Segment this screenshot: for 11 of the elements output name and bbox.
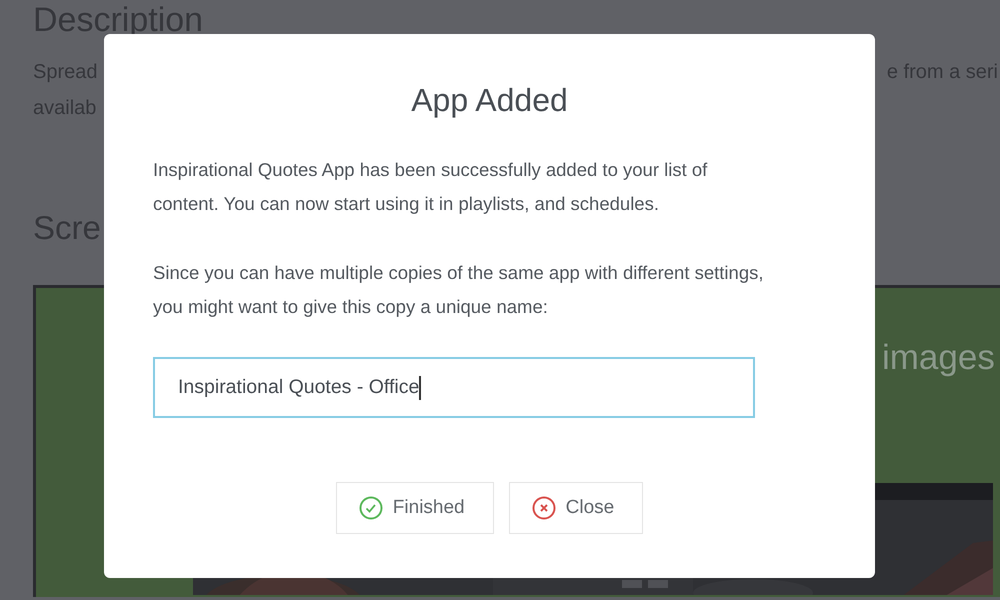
- input-field[interactable]: Inspirational Quotes - Office: [153, 357, 755, 418]
- finished-button[interactable]: Finished: [336, 482, 494, 534]
- dialog-text: Inspirational Quotes App has been successfully added to your list of content. You can now start using it in playlists, and schedules.: [153, 158, 708, 216]
- slide-indicator[interactable]: [622, 580, 642, 588]
- dialog-text: Since you can have multiple copies of the same app with different settings, you might want to give this copy a unique name:: [153, 261, 765, 319]
- slide-indicator[interactable]: [648, 580, 668, 588]
- close-button[interactable]: Close: [508, 482, 644, 534]
- check-circle-icon: [358, 496, 383, 520]
- preview-caption: images: [882, 338, 995, 378]
- dialog-title: App Added: [410, 81, 569, 120]
- close-icon: [532, 496, 556, 520]
